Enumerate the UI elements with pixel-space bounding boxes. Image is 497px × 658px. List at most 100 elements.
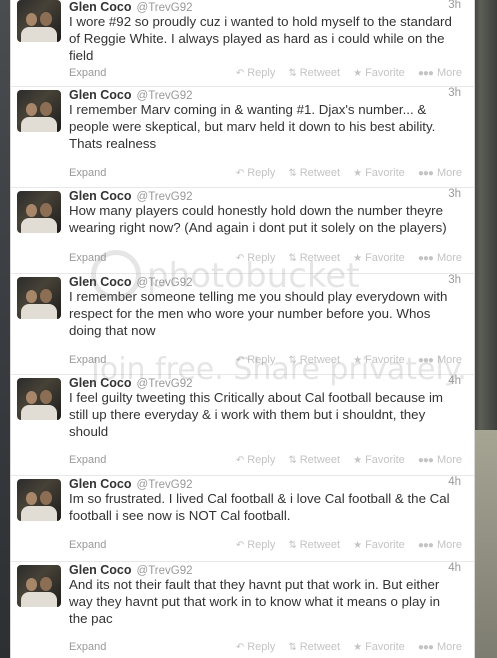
more-button[interactable]: ●●● More (418, 252, 462, 264)
retweet-icon: ⇅ (288, 455, 297, 466)
user-name[interactable]: Glen Coco (69, 275, 132, 289)
avatar[interactable] (17, 191, 61, 233)
favorite-label: Favorite (365, 252, 405, 264)
more-button[interactable]: ●●● More (418, 67, 462, 79)
favorite-label: Favorite (365, 354, 405, 366)
avatar[interactable] (17, 0, 61, 42)
retweet-button[interactable]: ⇅ Retweet (288, 354, 340, 366)
user-name[interactable]: Glen Coco (69, 563, 132, 577)
background-left (0, 0, 10, 658)
more-button[interactable]: ●●● More (418, 354, 462, 366)
avatar-face (26, 103, 37, 116)
reply-label: Reply (247, 252, 276, 264)
retweet-label: Retweet (299, 539, 341, 551)
expand-link[interactable]: Expand (69, 454, 106, 466)
avatar-shirt (21, 117, 57, 132)
tweet-text: I remember someone telling me you should… (69, 289, 448, 338)
expand-link[interactable]: Expand (69, 539, 106, 551)
favorite-label: Favorite (365, 67, 405, 79)
avatar-face (40, 491, 52, 505)
tweet[interactable]: Glen Coco @TrevG92 3h How many players coul… (11, 188, 474, 274)
tweet[interactable]: Glen Coco @TrevG92 4h I feel guilty tweetin… (11, 375, 474, 476)
timestamp[interactable]: 3h (448, 188, 461, 200)
avatar[interactable] (17, 277, 61, 319)
timestamp[interactable]: 3h (448, 87, 461, 99)
tweet[interactable]: Glen Coco @TrevG92 3h I remember Marv comin… (11, 87, 474, 188)
reply-button[interactable]: ↶ Reply (236, 252, 276, 264)
expand-link[interactable]: Expand (69, 252, 106, 264)
tweet[interactable]: Glen Coco @TrevG92 3h I remember someone te… (11, 274, 474, 375)
more-button[interactable]: ●●● More (418, 167, 462, 179)
more-label: More (436, 167, 462, 179)
favorite-label: Favorite (365, 454, 405, 466)
user-name[interactable]: Glen Coco (69, 88, 132, 102)
star-icon: ★ (353, 642, 363, 653)
timestamp[interactable]: 4h (448, 476, 461, 488)
reply-icon: ↶ (235, 253, 245, 264)
avatar-face (26, 13, 37, 26)
retweet-label: Retweet (299, 641, 341, 653)
star-icon: ★ (353, 355, 363, 366)
user-name[interactable]: Glen Coco (69, 0, 132, 14)
favorite-label: Favorite (365, 539, 405, 551)
retweet-button[interactable]: ⇅ Retweet (288, 641, 340, 653)
user-name[interactable]: Glen Coco (69, 376, 132, 390)
retweet-button[interactable]: ⇅ Retweet (288, 252, 340, 264)
timestamp[interactable]: 4h (448, 375, 461, 387)
avatar[interactable] (17, 479, 61, 521)
tweet-text: And its not their fault that they havnt … (69, 577, 441, 626)
retweet-label: Retweet (299, 252, 341, 264)
more-label: More (436, 354, 462, 366)
timestamp[interactable]: 3h (448, 274, 461, 286)
retweet-button[interactable]: ⇅ Retweet (288, 539, 340, 551)
avatar[interactable] (17, 565, 61, 607)
retweet-button[interactable]: ⇅ Retweet (288, 167, 340, 179)
retweet-icon: ⇅ (288, 355, 297, 366)
reply-icon: ↶ (235, 455, 245, 466)
retweet-button[interactable]: ⇅ Retweet (288, 67, 340, 79)
reply-button[interactable]: ↶ Reply (236, 641, 276, 653)
expand-link[interactable]: Expand (69, 641, 106, 653)
expand-link[interactable]: Expand (69, 354, 106, 366)
retweet-button[interactable]: ⇅ Retweet (288, 454, 340, 466)
tweet[interactable]: Glen Coco @TrevG92 3h I wore #92 so proudly… (11, 0, 474, 87)
more-label: More (436, 641, 462, 653)
expand-link[interactable]: Expand (69, 167, 106, 179)
user-name[interactable]: Glen Coco (69, 477, 132, 491)
tweet-header: Glen Coco @TrevG92 (69, 561, 193, 577)
avatar-shirt (21, 218, 57, 233)
reply-button[interactable]: ↶ Reply (236, 539, 276, 551)
avatar[interactable] (17, 378, 61, 420)
favorite-button[interactable]: ★ Favorite (353, 539, 405, 551)
retweet-icon: ⇅ (288, 642, 297, 653)
more-button[interactable]: ●●● More (418, 641, 462, 653)
timestamp[interactable]: 3h (448, 0, 461, 11)
tweet[interactable]: Glen Coco @TrevG92 4h Im so frustrated. I l… (11, 476, 474, 562)
favorite-button[interactable]: ★ Favorite (353, 454, 405, 466)
more-button[interactable]: ●●● More (418, 454, 462, 466)
favorite-button[interactable]: ★ Favorite (353, 167, 405, 179)
tweet-actions: ↶ Reply ⇅ Retweet ★ Favorite ●●● More (223, 354, 462, 366)
retweet-label: Retweet (299, 167, 341, 179)
more-button[interactable]: ●●● More (418, 539, 462, 551)
tweet-header: Glen Coco @TrevG92 (69, 86, 193, 102)
favorite-button[interactable]: ★ Favorite (353, 67, 405, 79)
favorite-button[interactable]: ★ Favorite (353, 641, 405, 653)
reply-button[interactable]: ↶ Reply (236, 167, 276, 179)
more-label: More (436, 252, 462, 264)
avatar-shirt (21, 405, 57, 420)
avatar[interactable] (17, 90, 61, 132)
tweet-actions: ↶ Reply ⇅ Retweet ★ Favorite ●●● More (223, 252, 462, 264)
tweet[interactable]: Glen Coco @TrevG92 4h And its not their fau… (11, 562, 474, 658)
retweet-label: Retweet (299, 67, 341, 79)
reply-button[interactable]: ↶ Reply (236, 67, 276, 79)
star-icon: ★ (353, 168, 363, 179)
expand-link[interactable]: Expand (69, 67, 106, 79)
favorite-button[interactable]: ★ Favorite (353, 252, 405, 264)
reply-button[interactable]: ↶ Reply (236, 354, 276, 366)
favorite-button[interactable]: ★ Favorite (353, 354, 405, 366)
timestamp[interactable]: 4h (448, 562, 461, 574)
favorite-label: Favorite (365, 167, 405, 179)
user-name[interactable]: Glen Coco (69, 189, 132, 203)
reply-button[interactable]: ↶ Reply (236, 454, 276, 466)
